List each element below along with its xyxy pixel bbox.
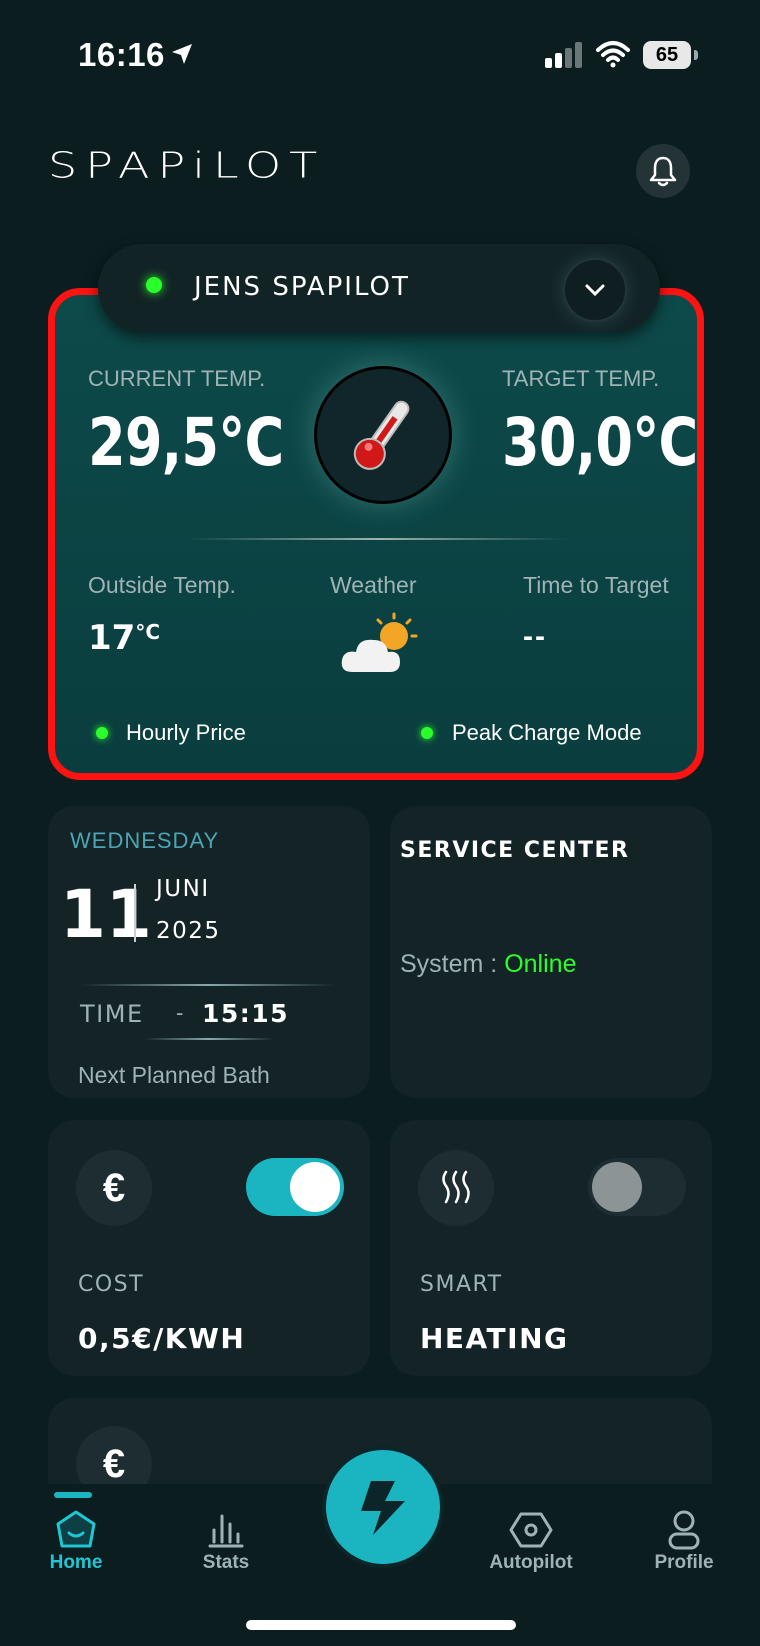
tab-stats-label: Stats [202, 1552, 250, 1573]
day-number: 11 [60, 876, 152, 953]
profile-icon [668, 1510, 700, 1550]
toggle-knob [290, 1162, 340, 1212]
outside-temp-value: 17°C [88, 618, 161, 658]
stats-icon [208, 1514, 244, 1548]
battery-level: 65 [643, 41, 691, 69]
cost-icon-badge: € [76, 1150, 152, 1226]
system-status-value: Online [504, 950, 577, 978]
tab-home[interactable]: Home [36, 1508, 116, 1574]
time-line-bottom [144, 1038, 274, 1040]
time-to-target-label: Time to Target [523, 572, 669, 598]
status-time: 16:16 [78, 36, 165, 73]
wifi-icon [596, 41, 630, 68]
service-center-title: SERVICE CENTER [400, 838, 630, 863]
heating-icon-badge [418, 1150, 494, 1226]
thermometer-badge [314, 366, 452, 504]
home-indicator [246, 1620, 516, 1630]
device-dropdown-button[interactable] [563, 258, 627, 322]
smart-heating-toggle[interactable] [588, 1158, 686, 1216]
chevron-down-icon [585, 284, 605, 297]
date-divider [134, 884, 136, 942]
notifications-button[interactable] [636, 144, 690, 198]
bell-icon [649, 156, 677, 187]
month-label: JUNI [156, 876, 210, 902]
cellular-signal-icon [545, 42, 582, 68]
tab-home-label: Home [49, 1552, 103, 1573]
peak-charge-indicator [421, 727, 433, 739]
active-tab-indicator [54, 1492, 92, 1498]
time-label: TIME [80, 1000, 144, 1028]
autopilot-hexagon-icon [509, 1512, 553, 1548]
tab-stats[interactable]: Stats [186, 1508, 266, 1574]
tab-profile-label: Profile [654, 1552, 714, 1573]
tab-profile[interactable]: Profile [642, 1508, 726, 1574]
system-status: System : Online [400, 950, 577, 978]
euro-icon: € [102, 1441, 126, 1486]
lightning-icon [361, 1481, 405, 1535]
next-planned-bath-label: Next Planned Bath [78, 1062, 270, 1088]
tab-autopilot-label: Autopilot [489, 1552, 573, 1573]
cost-toggle[interactable] [246, 1158, 344, 1216]
thermometer-icon [353, 400, 410, 470]
cost-label: COST [78, 1272, 145, 1297]
outside-temp-label: Outside Temp. [88, 572, 236, 598]
app-logo: SPAPiLOT [48, 144, 326, 187]
time-value: 15:15 [202, 999, 290, 1028]
temperature-card [48, 288, 704, 780]
battery-tip [694, 50, 698, 60]
heating-label: HEATING [420, 1322, 569, 1355]
year-label: 2025 [156, 918, 221, 944]
device-name: JENS SPAPILOT [194, 272, 410, 302]
euro-icon: € [102, 1165, 126, 1210]
peak-charge-label: Peak Charge Mode [452, 720, 642, 745]
home-icon [56, 1510, 96, 1548]
power-action-button[interactable] [322, 1446, 444, 1568]
hero-divider [188, 538, 568, 540]
toggle-knob [592, 1162, 642, 1212]
partly-cloudy-icon [341, 612, 418, 672]
target-temp-value[interactable]: 30,0°C [502, 404, 698, 481]
time-line-top [80, 984, 336, 986]
target-temp-label: TARGET TEMP. [502, 366, 660, 391]
location-arrow-icon [172, 44, 192, 64]
tab-autopilot[interactable]: Autopilot [478, 1508, 584, 1574]
weekday-label: WEDNESDAY [70, 828, 220, 853]
time-separator: - [176, 1000, 184, 1025]
hourly-price-label: Hourly Price [126, 720, 246, 745]
current-temp-label: CURRENT TEMP. [88, 366, 266, 391]
cost-value: 0,5€/KWH [78, 1322, 246, 1355]
weather-label: Weather [330, 572, 417, 598]
time-to-target-value: -- [523, 620, 547, 653]
device-status-indicator [146, 277, 162, 293]
hourly-price-indicator [96, 727, 108, 739]
heat-waves-icon [442, 1170, 470, 1204]
current-temp-value: 29,5°C [88, 404, 284, 481]
smart-label: SMART [420, 1272, 503, 1297]
